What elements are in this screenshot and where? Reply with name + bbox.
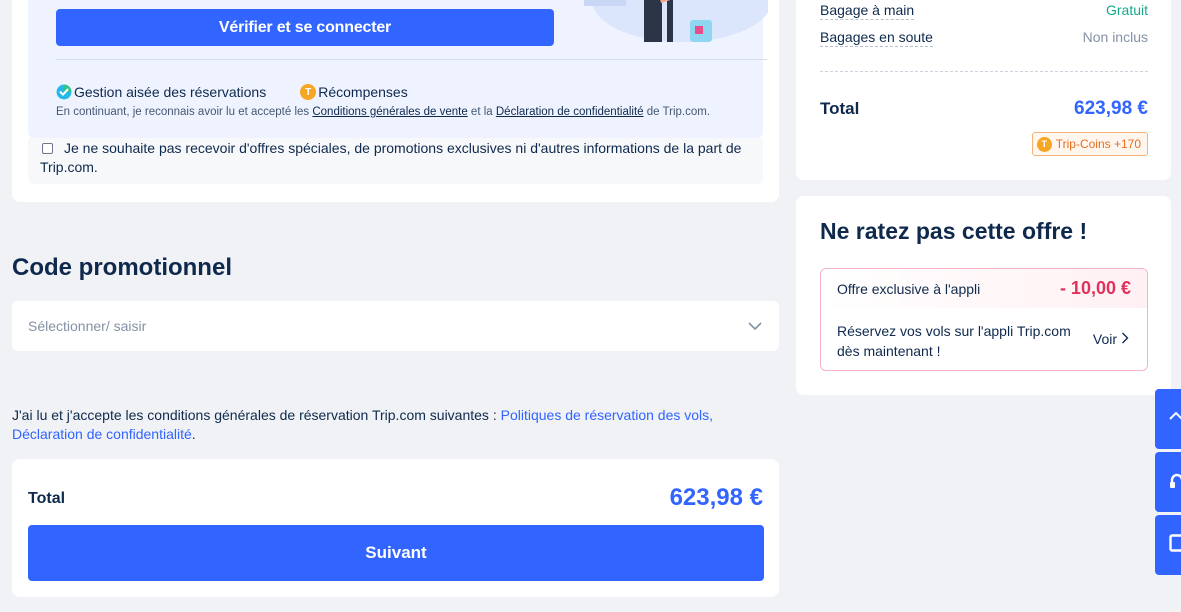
trip-coins-label: Trip-Coins +170 — [1055, 137, 1141, 151]
checked-baggage-row: Bagages en soute Non inclus — [820, 29, 1148, 47]
support-button[interactable] — [1155, 452, 1181, 512]
offer-header: Offre exclusive à l'appli - 10,00 € — [821, 269, 1147, 308]
benefits-list: Gestion aisée des réservations T Récompe… — [56, 84, 442, 100]
summary-total-label: Total — [820, 99, 860, 118]
optout-label: Je ne souhaite pas recevoir d'offres spé… — [40, 140, 742, 175]
price-summary-card: Bagage à main Gratuit Bagages en soute N… — [796, 0, 1171, 180]
app-offer-discount: - 10,00 € — [1059, 278, 1131, 298]
checked-baggage-label[interactable]: Bagages en soute — [820, 29, 933, 47]
total-price: 623,98 € — [669, 484, 763, 511]
terms-notice: En continuant, je reconnais avoir lu et … — [56, 106, 710, 118]
privacy-link[interactable]: Déclaration de confidentialité — [496, 106, 644, 118]
headset-icon — [1169, 472, 1181, 493]
view-offer-label: Voir — [1092, 331, 1117, 347]
arrow-up-icon — [1169, 410, 1181, 429]
terms-and: et la — [470, 106, 493, 118]
chevron-right-icon — [1121, 331, 1129, 347]
booking-conditions-text: J'ai lu et j'accepte les conditions géné… — [12, 406, 782, 444]
app-offer-description: Réservez vos vols sur l'appli Trip.com d… — [837, 323, 1071, 359]
checkout-page: Vérifier et se connecter Gestion aisée d… — [0, 0, 1181, 612]
marketing-optout: Je ne souhaite pas recevoir d'offres spé… — [28, 138, 763, 184]
view-offer-link[interactable]: Voir — [1093, 331, 1129, 347]
app-offer-box: Offre exclusive à l'appli - 10,00 € Rése… — [820, 268, 1148, 371]
terms-of-sale-link[interactable]: Conditions générales de vente — [312, 106, 467, 118]
terms-suffix: de Trip.com. — [646, 106, 711, 118]
shield-check-icon — [56, 84, 72, 100]
trip-coins-badge: T Trip-Coins +170 — [1031, 132, 1148, 156]
feedback-button[interactable] — [1155, 515, 1181, 575]
promo-code-title: Code promotionnel — [12, 254, 232, 281]
promo-placeholder: Sélectionner/ saisir — [28, 318, 147, 334]
verify-login-button[interactable]: Vérifier et se connecter — [56, 9, 554, 46]
conditions-end: . — [191, 426, 196, 442]
hand-baggage-label[interactable]: Bagage à main — [820, 2, 915, 20]
next-button[interactable]: Suivant — [28, 525, 764, 581]
summary-divider — [820, 71, 1148, 72]
traveler-illustration — [582, 0, 768, 42]
benefit-label: Gestion aisée des réservations — [74, 84, 267, 100]
coin-icon: T — [300, 84, 317, 100]
checked-baggage-value: Non inclus — [1082, 29, 1148, 45]
hand-baggage-value: Gratuit — [1105, 2, 1148, 18]
hand-baggage-row: Bagage à main Gratuit — [820, 2, 1148, 20]
document-icon — [1169, 533, 1181, 557]
benefit-item: T Récompenses — [300, 84, 408, 100]
app-offer-label: Offre exclusive à l'appli — [837, 281, 981, 297]
coin-icon: T — [1036, 136, 1052, 152]
scroll-top-button[interactable] — [1155, 389, 1181, 449]
benefit-item: Gestion aisée des réservations — [56, 84, 266, 100]
login-card: Vérifier et se connecter Gestion aisée d… — [12, 0, 779, 202]
summary-total-price: 623,98 € — [1074, 98, 1148, 119]
chevron-down-icon — [747, 318, 763, 339]
terms-prefix: En continuant, je reconnais avoir lu et … — [56, 106, 310, 118]
login-divider — [56, 59, 767, 60]
promo-code-select[interactable]: Sélectionner/ saisir — [12, 301, 779, 351]
bottom-total-card: Total 623,98 € Suivant — [12, 459, 779, 597]
conditions-text: J'ai lu et j'accepte les conditions géné… — [12, 407, 497, 423]
total-label: Total — [28, 490, 66, 507]
login-panel: Vérifier et se connecter Gestion aisée d… — [28, 0, 768, 138]
benefit-label: Récompenses — [318, 84, 408, 100]
offer-title: Ne ratez pas cette offre ! — [820, 218, 1088, 244]
app-offer-card: Ne ratez pas cette offre ! Offre exclusi… — [796, 196, 1171, 395]
